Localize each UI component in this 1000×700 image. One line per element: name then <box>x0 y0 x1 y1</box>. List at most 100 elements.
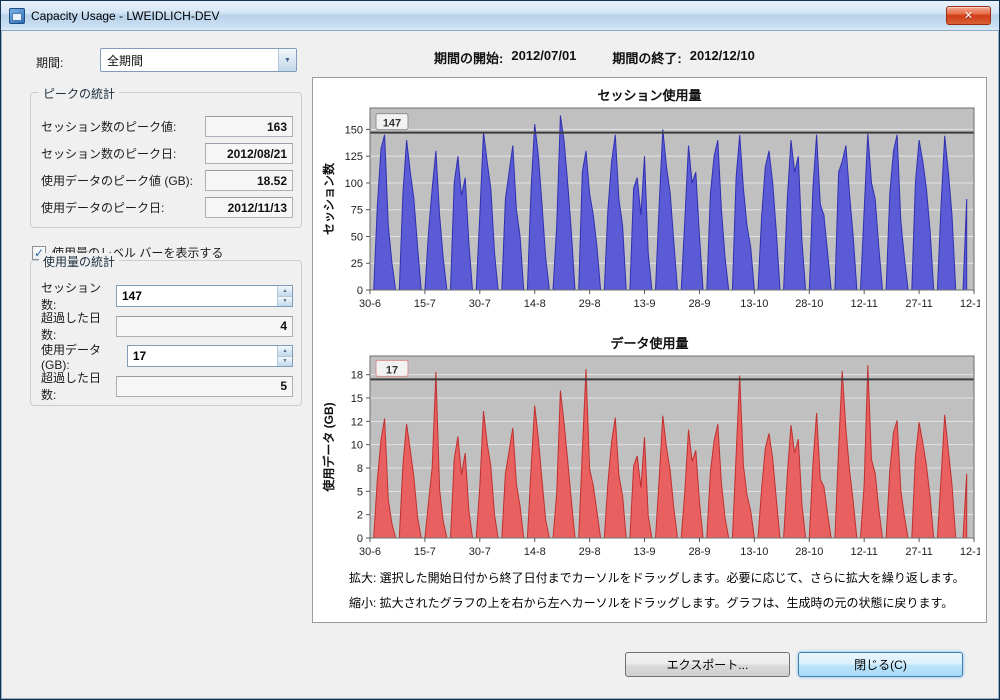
svg-text:25: 25 <box>351 258 363 270</box>
peak-session-value-label: セッション数のピーク値: <box>41 118 176 135</box>
peak-session-date-box: 2012/08/21 <box>205 143 293 164</box>
peak-session-date-row: セッション数のピーク日: 2012/08/21 <box>31 140 301 167</box>
svg-text:147: 147 <box>383 118 401 130</box>
svg-text:29-8: 29-8 <box>579 546 601 558</box>
svg-text:14-8: 14-8 <box>524 546 546 558</box>
data-exceeded-days-box: 5 <box>116 376 293 397</box>
svg-text:50: 50 <box>351 231 363 243</box>
svg-text:0: 0 <box>357 285 363 297</box>
svg-text:28-10: 28-10 <box>795 546 823 558</box>
peak-data-value-box: 18.52 <box>205 170 293 191</box>
spin-down-icon[interactable]: ▼ <box>277 296 292 307</box>
dialog-content: 期間: 全期間 ▼ ピークの統計 セッション数のピーク値: 163 セッション数… <box>2 32 998 698</box>
svg-text:10: 10 <box>351 440 363 452</box>
svg-text:30-6: 30-6 <box>359 298 381 310</box>
svg-text:75: 75 <box>351 205 363 217</box>
peak-session-value-row: セッション数のピーク値: 163 <box>31 113 301 140</box>
data-level-spinner[interactable]: ▲ ▼ <box>127 345 293 367</box>
usage-stats-legend: 使用量の統計 <box>39 253 119 270</box>
peak-data-date-row: 使用データのピーク日: 2012/11/13 <box>31 194 301 221</box>
peak-data-date-label: 使用データのピーク日: <box>41 199 164 216</box>
period-end-label: 期間の終了: <box>612 48 681 67</box>
spin-down-icon[interactable]: ▼ <box>277 356 292 367</box>
export-button-label: エクスポート... <box>667 656 749 673</box>
period-range-header: 期間の開始: 2012/07/01 期間の終了: 2012/12/10 <box>434 48 755 67</box>
session-usage-chart[interactable]: 147025507510012515030-615-730-714-829-81… <box>320 102 980 316</box>
capacity-usage-dialog: Capacity Usage - LWEIDLICH-DEV ✕ 期間: 全期間… <box>0 0 1000 700</box>
peak-session-date-label: セッション数のピーク日: <box>41 145 176 162</box>
svg-text:30-6: 30-6 <box>359 546 381 558</box>
session-level-row: セッション数: ▲ ▼ <box>31 281 301 311</box>
close-icon: ✕ <box>964 9 973 22</box>
period-end-value: 2012/12/10 <box>690 48 755 67</box>
peak-data-value-label: 使用データのピーク値 (GB): <box>41 172 193 189</box>
svg-text:12-12: 12-12 <box>960 546 980 558</box>
spin-up-icon[interactable]: ▲ <box>277 286 292 296</box>
close-button[interactable]: 閉じる(C) <box>798 652 963 677</box>
session-level-label: セッション数: <box>41 279 116 313</box>
data-level-label: 使用データ (GB): <box>41 341 127 372</box>
svg-text:30-7: 30-7 <box>469 546 491 558</box>
svg-text:13-10: 13-10 <box>740 298 768 310</box>
app-icon <box>9 8 25 24</box>
svg-text:15-7: 15-7 <box>414 298 436 310</box>
data-level-input[interactable] <box>128 346 276 366</box>
zoom-out-note: 縮小: 拡大されたグラフの上を右から左へカーソルをドラッグします。グラフは、生成… <box>349 594 953 611</box>
peak-stats-groupbox: ピークの統計 セッション数のピーク値: 163 セッション数のピーク日: 201… <box>30 92 302 228</box>
svg-text:12-11: 12-11 <box>851 298 878 310</box>
spin-up-icon[interactable]: ▲ <box>277 346 292 356</box>
peak-session-value-box: 163 <box>205 116 293 137</box>
svg-text:18: 18 <box>351 370 363 382</box>
svg-text:12: 12 <box>351 416 363 428</box>
svg-text:125: 125 <box>345 151 363 163</box>
usage-stats-groupbox: 使用量の統計 セッション数: ▲ ▼ 超過した日数: 4 <box>30 260 302 406</box>
svg-text:28-10: 28-10 <box>795 298 823 310</box>
svg-text:5: 5 <box>357 486 363 498</box>
period-dropdown-value: 全期間 <box>101 52 278 69</box>
period-start-value: 2012/07/01 <box>511 48 576 67</box>
zoom-in-note: 拡大: 選択した開始日付から終了日付までカーソルをドラッグします。必要に応じて、… <box>349 569 965 586</box>
peak-data-date-box: 2012/11/13 <box>205 197 293 218</box>
svg-text:0: 0 <box>357 533 363 545</box>
svg-text:29-8: 29-8 <box>579 298 601 310</box>
data-exceeded-days-label: 超過した日数: <box>41 369 116 403</box>
period-label: 期間: <box>36 54 63 71</box>
session-level-input[interactable] <box>117 286 276 306</box>
data-exceeded-days-row: 超過した日数: 5 <box>31 371 301 401</box>
svg-text:27-11: 27-11 <box>905 298 932 310</box>
svg-text:12-11: 12-11 <box>851 546 878 558</box>
svg-text:150: 150 <box>345 124 363 136</box>
svg-text:13-10: 13-10 <box>740 546 768 558</box>
titlebar[interactable]: Capacity Usage - LWEIDLICH-DEV ✕ <box>1 1 999 31</box>
svg-text:100: 100 <box>345 178 363 190</box>
period-dropdown[interactable]: 全期間 ▼ <box>100 48 297 72</box>
svg-text:28-9: 28-9 <box>688 546 710 558</box>
peak-stats-legend: ピークの統計 <box>39 85 119 102</box>
data-level-row: 使用データ (GB): ▲ ▼ <box>31 341 301 371</box>
svg-text:12-12: 12-12 <box>960 298 980 310</box>
svg-text:13-9: 13-9 <box>634 298 656 310</box>
close-button-label: 閉じる(C) <box>854 656 907 673</box>
period-start-label: 期間の開始: <box>434 48 503 67</box>
session-level-spinner[interactable]: ▲ ▼ <box>116 285 293 307</box>
session-exceeded-days-row: 超過した日数: 4 <box>31 311 301 341</box>
close-window-button[interactable]: ✕ <box>946 6 991 25</box>
svg-text:30-7: 30-7 <box>469 298 491 310</box>
charts-panel: セッション使用量 147025507510012515030-615-730-7… <box>312 77 987 623</box>
window-title: Capacity Usage - LWEIDLICH-DEV <box>31 9 220 23</box>
svg-text:15-7: 15-7 <box>414 546 436 558</box>
svg-text:13-9: 13-9 <box>634 546 656 558</box>
svg-text:2: 2 <box>357 510 363 522</box>
export-button[interactable]: エクスポート... <box>625 652 790 677</box>
session-exceeded-days-box: 4 <box>116 316 293 337</box>
svg-text:15: 15 <box>351 393 363 405</box>
svg-text:28-9: 28-9 <box>688 298 710 310</box>
session-exceeded-days-label: 超過した日数: <box>41 309 116 343</box>
svg-text:使用データ (GB): 使用データ (GB) <box>321 402 336 492</box>
data-usage-chart[interactable]: 1702581012151830-615-730-714-829-813-928… <box>320 350 980 564</box>
chevron-down-icon[interactable]: ▼ <box>278 49 296 71</box>
svg-text:セッション数: セッション数 <box>321 162 336 235</box>
svg-text:27-11: 27-11 <box>905 546 932 558</box>
svg-text:17: 17 <box>386 364 398 376</box>
peak-data-value-row: 使用データのピーク値 (GB): 18.52 <box>31 167 301 194</box>
